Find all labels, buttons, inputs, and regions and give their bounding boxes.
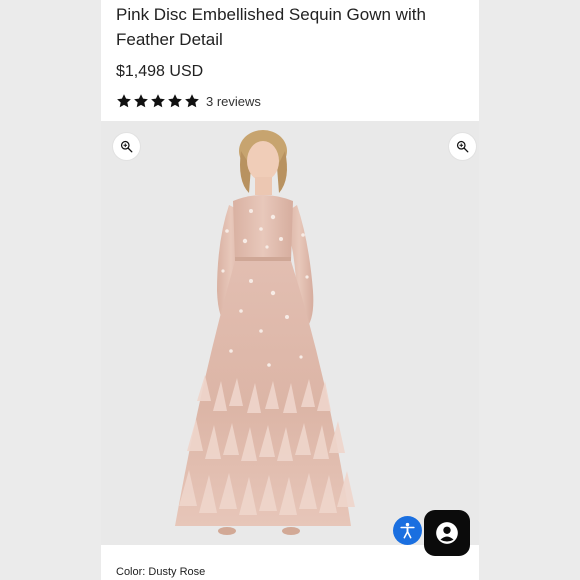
zoom-in-icon [456,140,469,153]
star-rating [116,93,200,109]
star-icon [117,94,131,108]
star-icon [151,94,165,108]
reviews-link[interactable]: 3 reviews [206,94,261,109]
zoom-in-icon [120,140,133,153]
chat-account-icon [436,522,458,544]
product-image[interactable] [101,121,479,545]
zoom-button-left[interactable] [113,133,140,160]
accessibility-button[interactable] [393,516,422,545]
product-page: Pink Disc Embellished Sequin Gown with F… [101,0,479,580]
star-icon [185,94,199,108]
chat-button[interactable] [424,510,470,556]
product-price: $1,498 USD [116,63,204,80]
accessibility-icon [400,522,415,539]
product-title: Pink Disc Embellished Sequin Gown with F… [116,5,426,49]
gown-photo [101,121,479,545]
zoom-button-right[interactable] [449,133,476,160]
product-rating[interactable]: 3 reviews [116,91,261,111]
star-icon [168,94,182,108]
star-icon [134,94,148,108]
color-label: Color: Dusty Rose [116,566,206,578]
